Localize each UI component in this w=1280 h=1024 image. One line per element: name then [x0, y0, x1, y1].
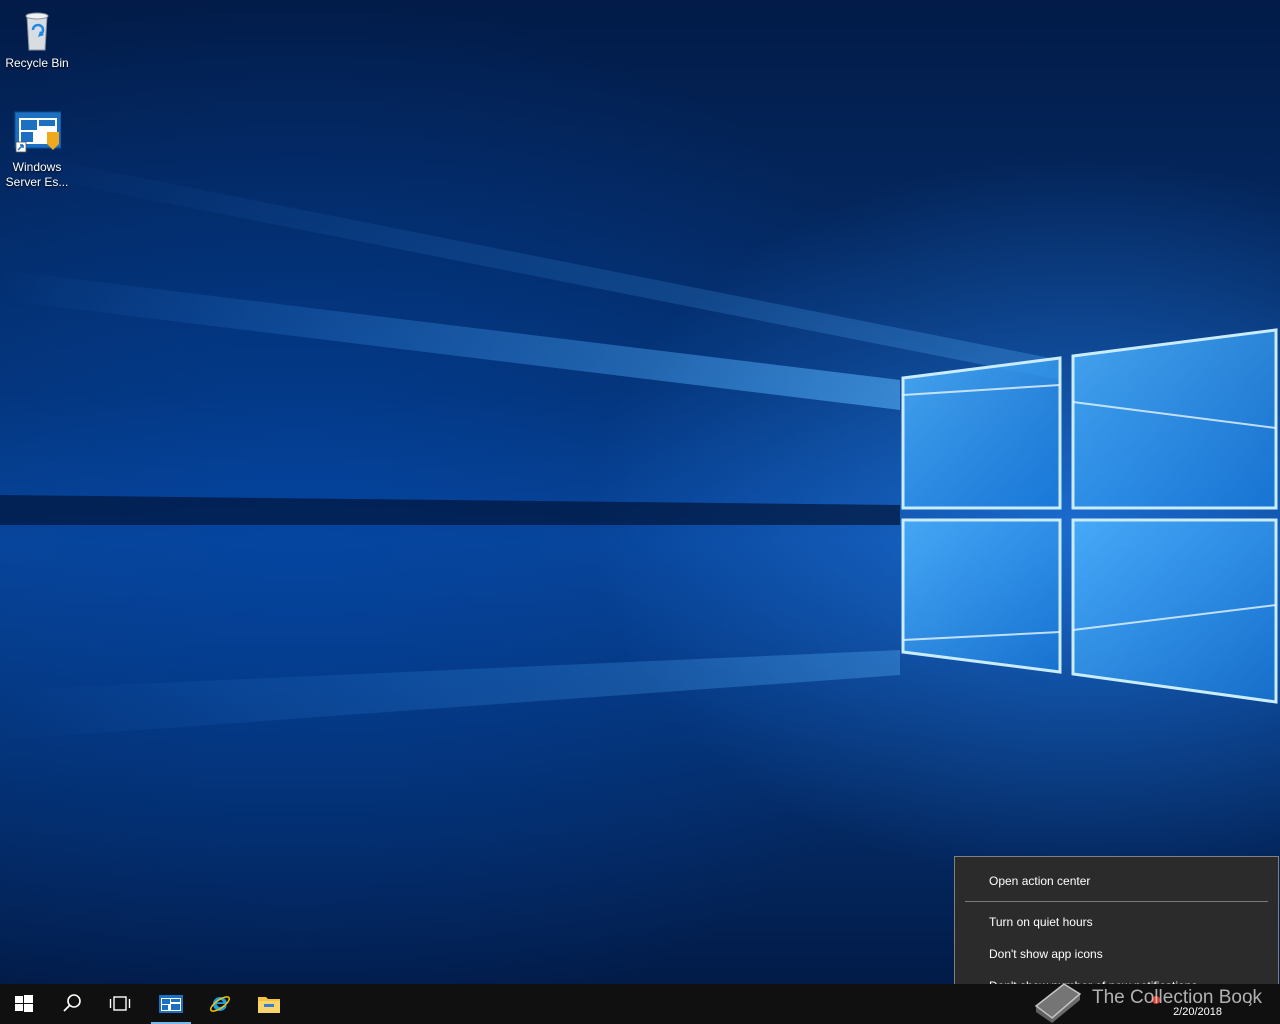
watermark: The Collection Book — [1030, 976, 1280, 1024]
recycle-bin-icon — [13, 6, 61, 54]
book-logo-icon — [1034, 983, 1082, 1023]
task-view-button[interactable] — [96, 984, 144, 1024]
menu-item-open-action-center[interactable]: Open action center — [989, 870, 1090, 892]
desktop-icon-label: Recycle Bin — [5, 56, 69, 70]
menu-separator — [965, 901, 1268, 902]
desktop-icon-recycle-bin[interactable]: Recycle Bin — [0, 6, 74, 71]
task-view-icon — [109, 996, 131, 1011]
watermark-text: The Collection Book — [1092, 987, 1263, 1008]
search-icon — [63, 994, 81, 1012]
menu-item-hide-app-icons[interactable]: Don't show app icons — [989, 943, 1103, 965]
desktop-wallpaper — [0, 0, 1280, 984]
menu-item-quiet-hours[interactable]: Turn on quiet hours — [989, 911, 1093, 933]
desktop-icon-label-line2: Server Es... — [5, 175, 69, 189]
desktop-icon-windows-server-essentials[interactable]: Windows Server Es... — [0, 110, 74, 190]
windows-logo-icon — [15, 995, 33, 1012]
internet-explorer-icon — [209, 996, 231, 1012]
desktop-icon-label-line1: Windows — [12, 160, 62, 174]
server-essentials-dashboard-icon — [159, 995, 183, 1013]
search-button[interactable] — [48, 984, 96, 1024]
windows-light-logo — [0, 150, 1278, 740]
file-explorer-icon — [258, 997, 280, 1013]
taskbar-server-dashboard[interactable] — [147, 984, 195, 1024]
start-button[interactable] — [0, 984, 48, 1024]
taskbar-file-explorer[interactable] — [245, 984, 293, 1024]
taskbar-internet-explorer[interactable] — [196, 984, 244, 1024]
server-essentials-dashboard-icon — [13, 110, 62, 158]
